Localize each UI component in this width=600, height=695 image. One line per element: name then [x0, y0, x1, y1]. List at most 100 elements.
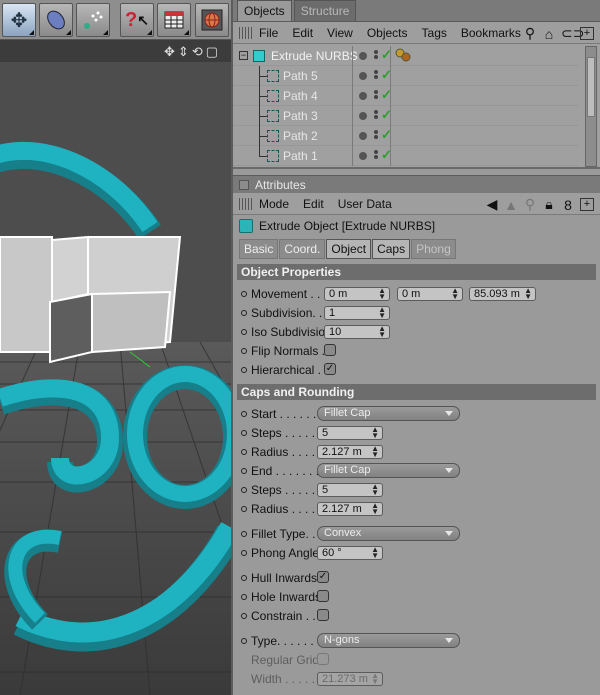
home-icon[interactable]: ⌂	[542, 26, 556, 42]
keyframe-bullet-icon[interactable]	[241, 637, 247, 644]
list-item[interactable]: Path 1 ✓	[233, 146, 578, 166]
keyframe-bullet-icon[interactable]	[241, 530, 247, 537]
menu-tags[interactable]: Tags	[422, 26, 447, 40]
render-dots-icon[interactable]	[374, 89, 380, 103]
tab-structure[interactable]: Structure	[293, 0, 357, 21]
tab-phong[interactable]: Phong	[411, 239, 456, 259]
chevron-down-icon	[445, 531, 453, 536]
hull-inwards-checkbox[interactable]: ✓	[317, 571, 329, 583]
keyframe-bullet-icon[interactable]	[241, 290, 247, 297]
hierarchical-row: Hierarchical . . ✓	[233, 360, 600, 379]
link-icon[interactable]: 8	[561, 197, 575, 213]
link-icon[interactable]: ⊂⊃	[561, 25, 584, 42]
extrude-object-icon	[253, 50, 265, 62]
hole-inwards-checkbox[interactable]	[317, 590, 329, 602]
tab-basic[interactable]: Basic	[239, 239, 279, 259]
add-icon[interactable]: +	[580, 27, 594, 40]
render-globe-icon[interactable]	[195, 3, 229, 37]
3d-viewport[interactable]	[0, 62, 231, 695]
render-dots-icon[interactable]	[374, 69, 380, 83]
keyframe-bullet-icon[interactable]	[241, 410, 247, 417]
menu-bookmarks[interactable]: Bookmarks	[461, 26, 521, 40]
list-item[interactable]: Path 3 ✓	[233, 106, 578, 126]
right-panel: Objects Structure File Edit View Objects…	[231, 0, 600, 695]
tab-objects[interactable]: Objects	[237, 0, 292, 21]
grip-handle[interactable]	[239, 26, 253, 39]
render-dots-icon[interactable]	[374, 149, 380, 163]
menu-user-data[interactable]: User Data	[338, 197, 392, 211]
visibility-dot-icon[interactable]	[359, 92, 367, 100]
particle-icon[interactable]	[76, 3, 110, 37]
timeline-icon[interactable]	[157, 3, 191, 37]
search-icon[interactable]: ⚲	[523, 25, 537, 42]
end-dropdown[interactable]: Fillet Cap	[317, 463, 460, 478]
tab-object[interactable]: Object	[326, 239, 372, 259]
keyframe-bullet-icon[interactable]	[241, 366, 247, 373]
movement-x-field[interactable]: 0 m ▲ ▼	[324, 286, 390, 301]
menu-objects[interactable]: Objects	[367, 26, 408, 40]
phong-angle-field[interactable]: 60 ° ▲ ▼	[317, 545, 383, 560]
menu-file[interactable]: File	[259, 26, 278, 40]
scale-arrows-icon[interactable]: ✥	[2, 3, 36, 37]
list-item[interactable]: Path 4 ✓	[233, 86, 578, 106]
type-dropdown[interactable]: N-gons	[317, 633, 460, 648]
subdivision-field[interactable]: 1 ▲ ▼	[324, 305, 390, 320]
start-steps-field[interactable]: 5 ▲ ▼	[317, 425, 383, 440]
render-dots-icon[interactable]	[374, 129, 380, 143]
menu-mode[interactable]: Mode	[259, 197, 289, 211]
keyframe-bullet-icon[interactable]	[241, 429, 247, 436]
keyframe-bullet-icon[interactable]	[241, 574, 247, 581]
list-item[interactable]: Path 5 ✓	[233, 66, 578, 86]
list-item[interactable]: − Extrude NURBS ✓	[233, 46, 578, 66]
menu-view[interactable]: View	[327, 26, 353, 40]
capsule-icon[interactable]	[39, 3, 73, 37]
keyframe-bullet-icon[interactable]	[241, 549, 247, 556]
keyframe-bullet-icon[interactable]	[241, 467, 247, 474]
keyframe-bullet-icon[interactable]	[241, 486, 247, 493]
flip-normals-checkbox[interactable]	[324, 344, 336, 356]
tab-caps[interactable]: Caps	[372, 239, 411, 259]
start-radius-field[interactable]: 2.127 m ▲ ▼	[317, 444, 383, 459]
visibility-dot-icon[interactable]	[359, 112, 367, 120]
end-radius-field[interactable]: 2.127 m ▲ ▼	[317, 501, 383, 516]
viewport-nav-icons[interactable]: ✥⇕⟲▢	[164, 44, 221, 60]
lock-icon[interactable]: 🔒︎	[542, 196, 556, 213]
render-dots-icon[interactable]	[374, 109, 380, 123]
movement-z-field[interactable]: 85.093 m ▲ ▼	[469, 286, 536, 301]
visibility-dot-icon[interactable]	[359, 72, 367, 80]
fillet-type-dropdown[interactable]: Convex	[317, 526, 460, 541]
material-tag-icon[interactable]	[395, 48, 411, 62]
keyframe-bullet-icon[interactable]	[241, 328, 247, 335]
add-icon[interactable]: +	[580, 198, 594, 211]
up-arrow-icon[interactable]: ▲	[504, 197, 518, 213]
keyframe-bullet-icon[interactable]	[241, 309, 247, 316]
end-steps-field[interactable]: 5 ▲ ▼	[317, 482, 383, 497]
keyframe-bullet-icon[interactable]	[241, 612, 247, 619]
hierarchical-checkbox[interactable]: ✓	[324, 363, 336, 375]
render-dots-icon[interactable]	[374, 49, 380, 63]
collapse-toggle[interactable]: −	[239, 51, 248, 60]
spline-icon	[267, 90, 279, 102]
visibility-dot-icon[interactable]	[359, 52, 367, 60]
search-icon[interactable]: ⚲	[523, 196, 537, 213]
grip-handle[interactable]	[239, 197, 253, 210]
list-item[interactable]: Path 2 ✓	[233, 126, 578, 146]
keyframe-bullet-icon[interactable]	[241, 505, 247, 512]
constrain-checkbox[interactable]	[317, 609, 329, 621]
keyframe-bullet-icon[interactable]	[241, 347, 247, 354]
visibility-dot-icon[interactable]	[359, 152, 367, 160]
keyframe-bullet-icon[interactable]	[241, 448, 247, 455]
tab-coord[interactable]: Coord.	[279, 239, 326, 259]
object-list-scrollbar[interactable]	[585, 46, 597, 167]
help-cursor-icon[interactable]: ? ↖	[120, 3, 154, 37]
panel-toggle-icon[interactable]	[239, 179, 249, 190]
keyframe-bullet-icon[interactable]	[241, 593, 247, 600]
menu-edit[interactable]: Edit	[303, 197, 324, 211]
iso-subdivision-field[interactable]: 10 ▲ ▼	[324, 324, 390, 339]
visibility-dot-icon[interactable]	[359, 132, 367, 140]
movement-y-field[interactable]: 0 m ▲ ▼	[397, 286, 463, 301]
menu-edit[interactable]: Edit	[292, 26, 313, 40]
start-dropdown[interactable]: Fillet Cap	[317, 406, 460, 421]
scrollbar-thumb[interactable]	[587, 57, 595, 117]
back-arrow-icon[interactable]: ◀	[485, 196, 499, 213]
